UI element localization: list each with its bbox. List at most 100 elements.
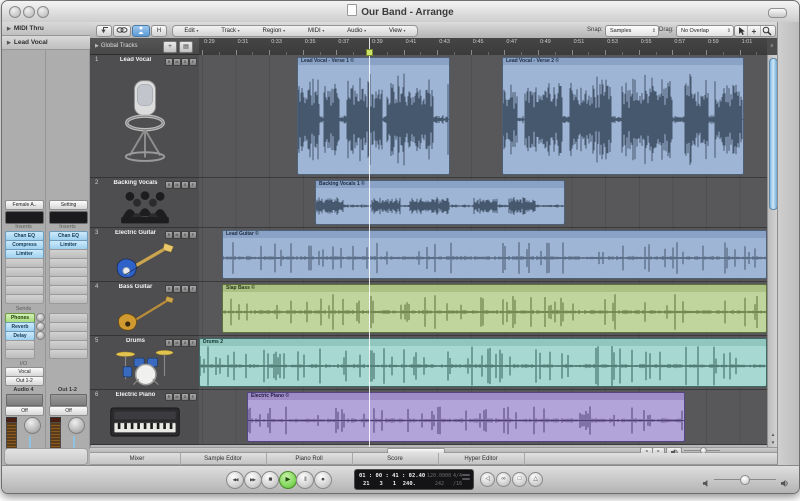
io-output-button[interactable]: Out 1-2: [5, 376, 44, 386]
track-header-electric-guitar[interactable]: 3Electric GuitarRMSF: [90, 228, 199, 282]
autopunch-button[interactable]: ∞: [496, 472, 511, 487]
rewind-button[interactable]: ◀◀: [226, 471, 244, 489]
send-slot-button[interactable]: [49, 349, 88, 359]
snap-select[interactable]: Samples⇕: [605, 25, 659, 37]
inspector-item-lead-vocal[interactable]: ▶Lead Vocal: [2, 36, 90, 50]
tab-mixer[interactable]: Mixer: [94, 453, 181, 465]
region-lead-vocal-verse-2-[interactable]: Lead Vocal - Verse 2 ©: [502, 57, 744, 175]
zoom-tool[interactable]: [761, 26, 773, 36]
drag-select[interactable]: No Overlap⇕: [676, 25, 734, 37]
catch-playhead-button[interactable]: [132, 25, 150, 37]
pan-display[interactable]: [6, 394, 43, 406]
timeline-ruler[interactable]: 0:290:310:330:350:370:390:410:430:450:47…: [199, 38, 767, 56]
track-header-bass-guitar[interactable]: 4Bass GuitarRMSF: [90, 282, 199, 336]
mute-button[interactable]: M: [173, 393, 181, 401]
add-global-track-button[interactable]: +: [163, 41, 177, 53]
freeze-button[interactable]: F: [189, 285, 197, 293]
record-enable-button[interactable]: R: [165, 339, 173, 347]
solo-button[interactable]: S: [181, 393, 189, 401]
menu-midi[interactable]: MIDI ▾: [308, 28, 324, 34]
insert-slot-button[interactable]: [49, 294, 88, 304]
region-electric-piano-[interactable]: Electric Piano ©: [247, 392, 685, 442]
mute-button[interactable]: M: [173, 285, 181, 293]
region-backing-vocals-1-[interactable]: Backing Vocals 1 ©: [315, 180, 565, 225]
menu-view[interactable]: View ▾: [389, 28, 406, 34]
forward-button[interactable]: ▶▶: [244, 471, 262, 489]
pause-button[interactable]: ‖: [296, 471, 314, 489]
track-header-row: 6Electric PianoRMSF: [90, 390, 199, 401]
send-slot-button[interactable]: [5, 349, 35, 359]
cycle-button[interactable]: ◁: [480, 472, 495, 487]
track-header-lead-vocal[interactable]: 1Lead VocalRMSF: [90, 55, 199, 178]
freeze-button[interactable]: F: [189, 231, 197, 239]
tab-score[interactable]: Score: [352, 453, 439, 465]
vertical-scrollbar[interactable]: ▲ ▼: [767, 55, 777, 447]
channel-setting-button[interactable]: Female A..: [5, 200, 44, 210]
region-lead-vocal-verse-1-[interactable]: Lead Vocal - Verse 1 ©: [297, 57, 450, 175]
menu-edit[interactable]: Edit ▾: [184, 28, 198, 34]
solo-button[interactable]: S: [181, 181, 189, 189]
region-lead-guitar-[interactable]: Lead Guitar ©: [222, 230, 767, 279]
format-off-button[interactable]: Off: [49, 406, 88, 416]
record-button[interactable]: ●: [314, 471, 332, 489]
replace-button[interactable]: □: [512, 472, 527, 487]
mute-button[interactable]: M: [173, 339, 181, 347]
freeze-button[interactable]: F: [189, 58, 197, 66]
solo-button[interactable]: S: [181, 231, 189, 239]
play-button[interactable]: ▶: [279, 471, 297, 489]
track-header-electric-piano[interactable]: 6Electric PianoRMSF: [90, 390, 199, 445]
record-enable-button[interactable]: R: [165, 285, 173, 293]
link-mode-button[interactable]: [113, 25, 131, 37]
global-tracks-header[interactable]: ▶Global Tracks + ▤: [90, 38, 199, 55]
record-enable-button[interactable]: R: [165, 231, 173, 239]
solo-button[interactable]: S: [181, 339, 189, 347]
mute-button[interactable]: M: [173, 231, 181, 239]
disclosure-triangle-icon[interactable]: ▶: [7, 26, 11, 32]
pencil-tool[interactable]: +: [748, 26, 761, 36]
midi-mode-button[interactable]: H: [151, 25, 167, 37]
inspector-item-midi-thru[interactable]: ▶MIDI Thru: [2, 22, 90, 36]
menu-track[interactable]: Track ▾: [221, 28, 239, 34]
solo-button[interactable]: S: [181, 58, 189, 66]
track-header-backing-vocals[interactable]: 2Backing VocalsRMSF: [90, 178, 199, 228]
region-slap-bass-[interactable]: Slap Bass ©: [222, 284, 767, 333]
hierarchy-button[interactable]: [96, 25, 112, 37]
menu-region[interactable]: Region ▾: [262, 28, 285, 34]
disclosure-triangle-icon[interactable]: ▶: [7, 40, 11, 46]
pan-knob[interactable]: [68, 417, 85, 434]
region-drums-2[interactable]: Drums 2: [199, 338, 767, 387]
ruler-corner-button[interactable]: ≡: [767, 38, 777, 56]
pointer-tool[interactable]: [735, 26, 748, 36]
tab-piano-roll[interactable]: Piano Roll: [266, 453, 353, 465]
ruler-label: 0:33: [271, 39, 282, 45]
send-level-knob[interactable]: [36, 313, 45, 322]
stop-button[interactable]: ■: [261, 471, 279, 489]
mute-button[interactable]: M: [173, 181, 181, 189]
send-level-knob[interactable]: [36, 331, 45, 340]
menu-audio[interactable]: Audio ▾: [347, 28, 366, 34]
playhead-marker[interactable]: [366, 49, 373, 56]
metronome-button[interactable]: △: [528, 472, 543, 487]
playhead[interactable]: [369, 38, 370, 447]
solo-button[interactable]: S: [181, 285, 189, 293]
tab-sample-editor[interactable]: Sample Editor: [180, 453, 267, 465]
pan-display[interactable]: [50, 394, 87, 406]
send-level-knob[interactable]: [36, 322, 45, 331]
mute-button[interactable]: M: [173, 58, 181, 66]
freeze-button[interactable]: F: [189, 181, 197, 189]
global-tracks-config-button[interactable]: ▤: [179, 41, 193, 53]
record-enable-button[interactable]: R: [165, 181, 173, 189]
track-header-drums[interactable]: 5DrumsRMSF: [90, 336, 199, 390]
record-enable-button[interactable]: R: [165, 58, 173, 66]
format-off-button[interactable]: Off: [5, 406, 44, 416]
pan-knob[interactable]: [24, 417, 41, 434]
disclosure-triangle-icon[interactable]: ▶: [95, 43, 99, 49]
tab-hyper-editor[interactable]: Hyper Editor: [438, 453, 525, 465]
toolbar-toggle-button[interactable]: [768, 8, 787, 18]
insert-slot-button[interactable]: [5, 294, 44, 304]
freeze-button[interactable]: F: [189, 393, 197, 401]
master-volume-thumb[interactable]: [740, 475, 750, 485]
freeze-button[interactable]: F: [189, 339, 197, 347]
record-enable-button[interactable]: R: [165, 393, 173, 401]
channel-setting-button[interactable]: Setting: [49, 200, 88, 210]
